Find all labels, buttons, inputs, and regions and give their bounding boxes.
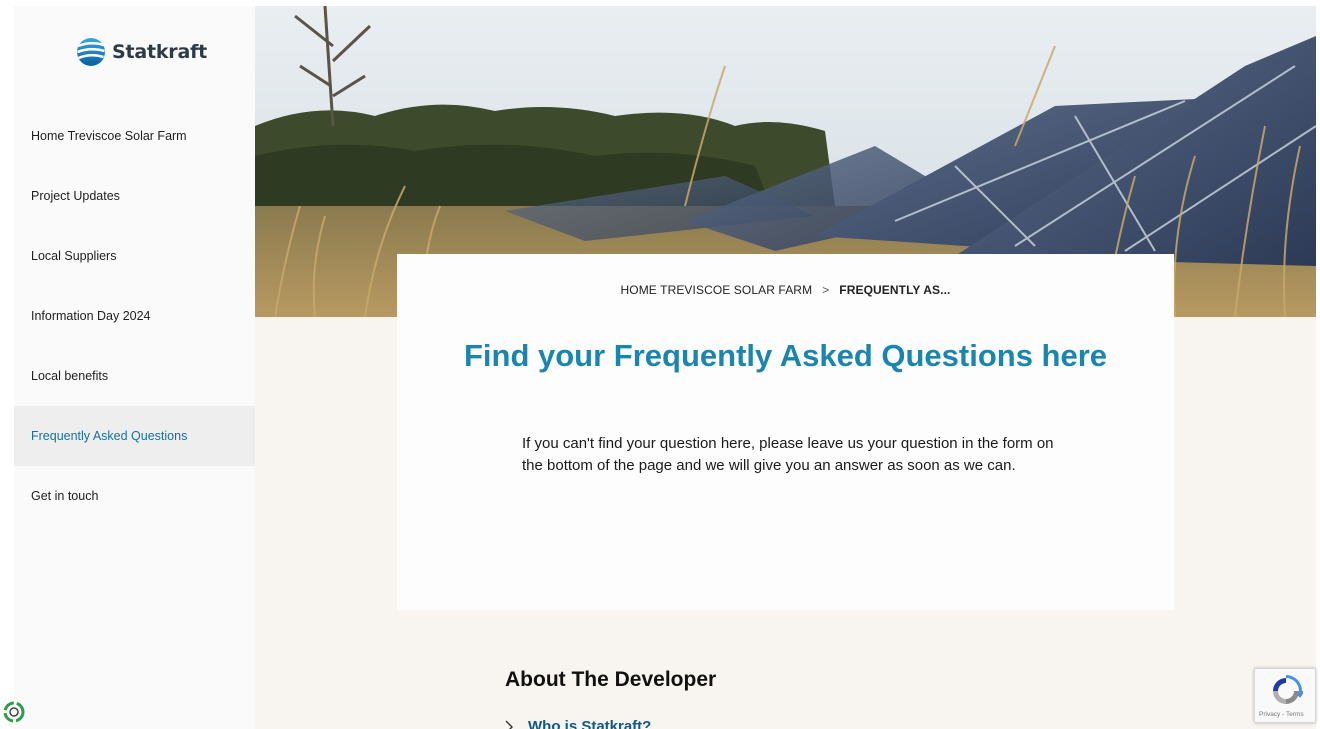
chevron-right-icon: >: [822, 283, 830, 297]
recaptcha-badge[interactable]: Privacy - Terms: [1254, 668, 1316, 723]
sidebar-nav: Home Treviscoe Solar Farm Project Update…: [14, 106, 255, 526]
breadcrumb: HOME TREVISCOE SOLAR FARM > FREQUENTLY AS.…: [397, 283, 1174, 297]
sidebar-item-information-day[interactable]: Information Day 2024: [14, 286, 255, 346]
sidebar-item-local-suppliers[interactable]: Local Suppliers: [14, 226, 255, 286]
sidebar-item-label: Information Day 2024: [31, 309, 151, 323]
sidebar-item-label: Project Updates: [31, 189, 120, 203]
about-developer-heading: About The Developer: [505, 668, 717, 691]
sidebar: Statkraft Home Treviscoe Solar Farm Proj…: [14, 6, 255, 729]
main-content: HOME TREVISCOE SOLAR FARM > FREQUENTLY AS.…: [255, 6, 1316, 729]
intro-text: If you can't find your question here, pl…: [522, 435, 1054, 474]
sidebar-item-get-in-touch[interactable]: Get in touch: [14, 466, 255, 526]
statkraft-logo-icon: [77, 38, 105, 66]
faq-question: Who is Statkraft?: [528, 718, 652, 729]
brand-name: Statkraft: [112, 41, 208, 63]
sidebar-item-home[interactable]: Home Treviscoe Solar Farm: [14, 106, 255, 166]
sidebar-item-label: Frequently Asked Questions: [31, 429, 188, 443]
sidebar-item-label: Get in touch: [31, 489, 99, 503]
page-title: Find your Frequently Asked Questions her…: [463, 338, 1108, 373]
breadcrumb-home-link[interactable]: HOME TREVISCOE SOLAR FARM: [621, 283, 813, 297]
sidebar-item-label: Local Suppliers: [31, 249, 117, 263]
recaptcha-links[interactable]: Privacy - Terms: [1259, 711, 1304, 718]
statkraft-logo[interactable]: Statkraft: [76, 36, 207, 68]
recaptcha-icon: [1273, 675, 1303, 704]
sidebar-item-label: Local benefits: [31, 369, 109, 383]
sidebar-item-project-updates[interactable]: Project Updates: [14, 166, 255, 226]
faq-item[interactable]: Who is Statkraft?: [505, 718, 651, 729]
intro-card: HOME TREVISCOE SOLAR FARM > FREQUENTLY AS.…: [397, 254, 1174, 610]
sidebar-item-faq[interactable]: Frequently Asked Questions: [14, 406, 255, 466]
sidebar-item-label: Home Treviscoe Solar Farm: [31, 129, 187, 143]
recycle-badge-icon[interactable]: [2, 700, 26, 724]
chevron-right-icon: [505, 720, 513, 729]
sidebar-item-local-benefits[interactable]: Local benefits: [14, 346, 255, 406]
breadcrumb-current: FREQUENTLY AS...: [839, 283, 951, 297]
